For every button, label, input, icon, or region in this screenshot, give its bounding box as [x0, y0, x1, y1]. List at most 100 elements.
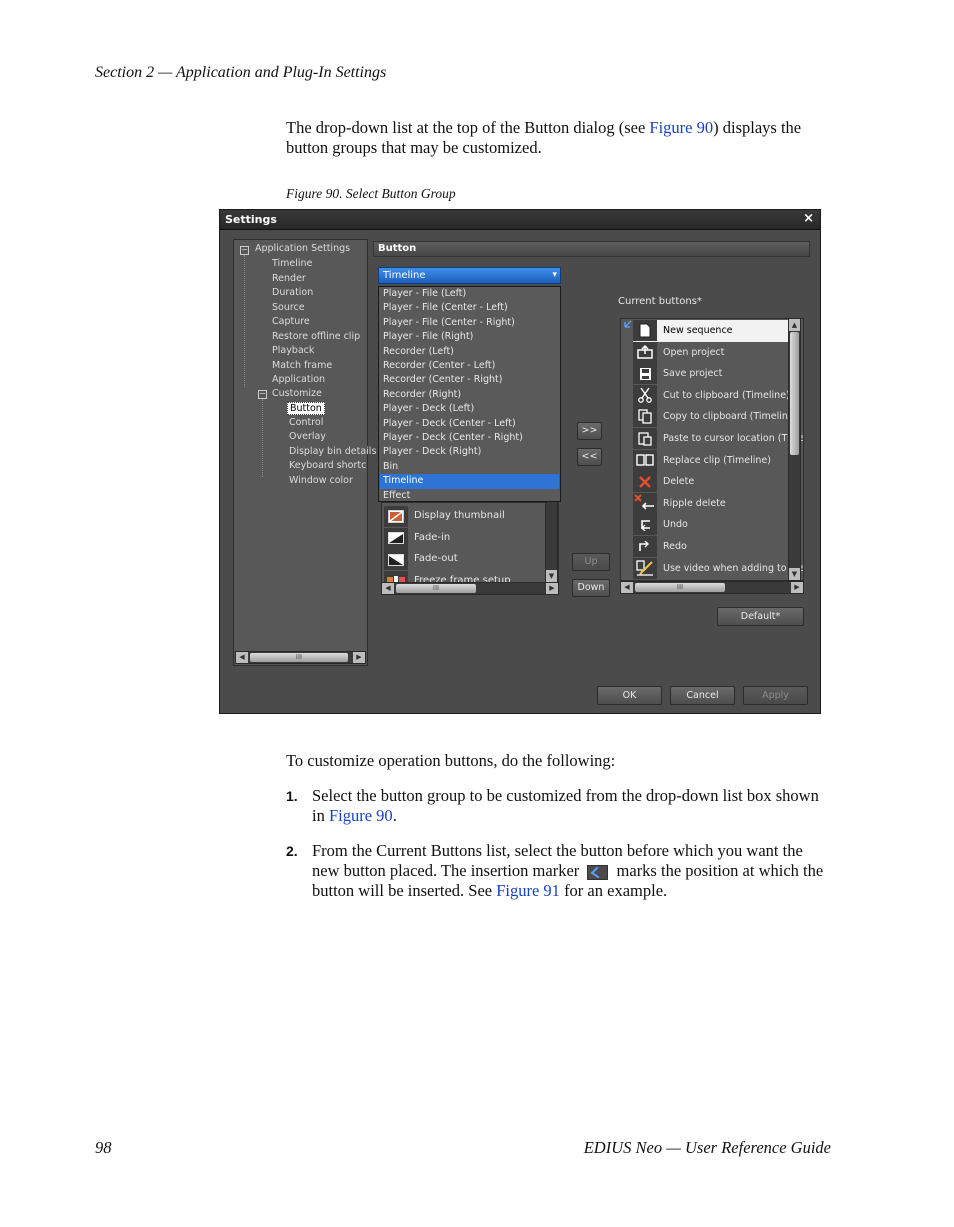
- scroll-right-icon[interactable]: ▶: [791, 582, 803, 593]
- dropdown-option[interactable]: Player - Deck (Center - Right): [380, 431, 559, 445]
- tree-item-application[interactable]: Application: [272, 374, 325, 385]
- tree-item-control[interactable]: Control: [289, 417, 323, 428]
- redo-icon: [633, 536, 657, 557]
- cut-icon: [633, 384, 657, 406]
- up-button[interactable]: Up: [572, 553, 610, 571]
- figure-91-link[interactable]: Figure 91: [496, 881, 560, 900]
- dropdown-option[interactable]: Player - Deck (Center - Left): [380, 417, 559, 431]
- available-hscrollbar[interactable]: ◀ III ▶: [381, 582, 559, 595]
- button-group-select[interactable]: Timeline ▾: [378, 267, 561, 284]
- list-item-label: Fade-out: [414, 553, 458, 564]
- current-list-item[interactable]: Use video when adding to the timeline: [633, 557, 803, 580]
- current-list-item[interactable]: Redo: [633, 536, 790, 558]
- list-item[interactable]: Fade-out: [382, 549, 558, 571]
- collapse-icon[interactable]: −: [240, 246, 249, 255]
- tree-hscrollbar[interactable]: ◀ III ▶: [235, 651, 366, 664]
- open-project-icon: [633, 341, 657, 363]
- tree-item-button[interactable]: Button: [287, 402, 325, 415]
- collapse-icon[interactable]: −: [258, 390, 267, 399]
- dropdown-option[interactable]: Recorder (Right): [380, 388, 559, 402]
- dropdown-option[interactable]: Player - File (Right): [380, 330, 559, 344]
- scroll-up-icon[interactable]: ▲: [789, 319, 800, 331]
- current-list-item-label: New sequence: [663, 325, 733, 336]
- remove-button[interactable]: <<: [577, 448, 602, 466]
- current-vscrollbar[interactable]: ▲ ▼: [788, 318, 801, 581]
- settings-tree: − Application Settings Timeline Render D…: [233, 239, 376, 666]
- scroll-thumb[interactable]: III: [250, 653, 348, 662]
- tree-item-render[interactable]: Render: [272, 273, 306, 284]
- dropdown-option[interactable]: Player - File (Center - Left): [380, 301, 559, 315]
- current-list-item-label: Ripple delete: [663, 497, 726, 509]
- current-list-item-label: Cut to clipboard (Timeline): [663, 389, 790, 401]
- step-text: Select the button group to be customized…: [312, 786, 832, 826]
- dropdown-option[interactable]: Player - Deck (Left): [380, 402, 559, 416]
- chevron-down-icon[interactable]: ▾: [552, 270, 557, 280]
- page-number: 98: [95, 1138, 112, 1157]
- current-list-item[interactable]: Copy to clipboard (Timeline): [633, 406, 797, 428]
- tree-item-keyboard-shortcut[interactable]: Keyboard shortcut: [289, 460, 367, 471]
- cancel-button[interactable]: Cancel: [670, 686, 735, 705]
- list-item[interactable]: Display thumbnail: [382, 506, 558, 528]
- ok-button[interactable]: OK: [597, 686, 662, 705]
- tree-item-source[interactable]: Source: [272, 302, 305, 313]
- fade-out-icon: [384, 549, 408, 570]
- default-button[interactable]: Default*: [717, 607, 804, 626]
- dropdown-option[interactable]: Bin: [380, 460, 559, 474]
- tree-item-customize[interactable]: Customize: [272, 388, 322, 399]
- scroll-thumb[interactable]: [790, 332, 799, 455]
- scroll-thumb[interactable]: III: [396, 584, 476, 593]
- current-list-item[interactable]: Undo: [633, 514, 790, 536]
- tree-item-restore-offline-clip[interactable]: Restore offline clip: [272, 331, 360, 342]
- apply-button[interactable]: Apply: [743, 686, 808, 705]
- current-list-item[interactable]: Save project: [633, 363, 790, 385]
- tree-item-capture[interactable]: Capture: [272, 316, 310, 327]
- scroll-left-icon[interactable]: ◀: [382, 583, 394, 594]
- current-list-item[interactable]: Paste to cursor location (Timeline): [633, 428, 803, 450]
- scroll-right-icon[interactable]: ▶: [546, 583, 558, 594]
- dropdown-option[interactable]: Effect: [380, 489, 559, 503]
- figure-90-link[interactable]: Figure 90: [329, 806, 393, 825]
- add-button[interactable]: >>: [577, 422, 602, 440]
- close-icon[interactable]: ×: [803, 211, 814, 226]
- current-hscrollbar[interactable]: ◀ III ▶: [620, 581, 804, 594]
- current-list-item[interactable]: Replace clip (Timeline): [633, 449, 790, 472]
- tree-item-window-color[interactable]: Window color: [289, 475, 353, 486]
- scroll-left-icon[interactable]: ◀: [621, 582, 633, 593]
- tree-item-match-frame[interactable]: Match frame: [272, 360, 332, 371]
- current-list-item[interactable]: Open project: [633, 341, 790, 364]
- current-list-item[interactable]: Delete: [633, 471, 790, 493]
- tree-root-application-settings[interactable]: Application Settings: [255, 243, 350, 254]
- dropdown-option[interactable]: Recorder (Center - Right): [380, 373, 559, 387]
- list-item[interactable]: Fade-in: [382, 527, 558, 550]
- section-title-bar: Button: [373, 241, 810, 257]
- dropdown-option-selected[interactable]: Timeline: [380, 474, 559, 489]
- dropdown-option[interactable]: Player - File (Center - Right): [380, 316, 559, 330]
- current-buttons-label: Current buttons*: [618, 296, 702, 307]
- dropdown-option[interactable]: Recorder (Left): [380, 345, 559, 359]
- tree-item-playback[interactable]: Playback: [272, 345, 314, 356]
- tree-item-timeline[interactable]: Timeline: [272, 258, 312, 269]
- button-group-value: Timeline: [383, 270, 426, 281]
- dropdown-option[interactable]: Player - File (Left): [380, 287, 559, 301]
- tree-item-display-bin-details[interactable]: Display bin details: [289, 446, 376, 457]
- tree-item-duration[interactable]: Duration: [272, 287, 313, 298]
- current-list-item[interactable]: Cut to clipboard (Timeline): [633, 384, 790, 407]
- current-list-item-selected[interactable]: New sequence: [633, 320, 790, 342]
- current-list-item-label: Save project: [663, 368, 723, 380]
- current-list-item[interactable]: Ripple delete: [633, 492, 790, 515]
- scroll-right-icon[interactable]: ▶: [353, 652, 365, 663]
- scroll-thumb[interactable]: III: [635, 583, 725, 592]
- tree-item-overlay[interactable]: Overlay: [289, 431, 326, 442]
- scroll-left-icon[interactable]: ◀: [236, 652, 248, 663]
- down-button[interactable]: Down: [572, 579, 610, 597]
- figure-90-link[interactable]: Figure 90: [649, 118, 713, 137]
- new-sequence-icon: [633, 320, 657, 341]
- scroll-down-icon[interactable]: ▼: [789, 568, 800, 580]
- settings-dialog: Settings × − Application Settings Timeli…: [219, 209, 821, 714]
- dropdown-option[interactable]: Recorder (Center - Left): [380, 359, 559, 373]
- list-item-label: Fade-in: [414, 531, 451, 543]
- step-number: 2.: [286, 843, 298, 859]
- scroll-down-icon[interactable]: ▼: [546, 570, 557, 582]
- dropdown-option[interactable]: Player - Deck (Right): [380, 445, 559, 459]
- intro-paragraph: The drop-down list at the top of the But…: [286, 118, 834, 158]
